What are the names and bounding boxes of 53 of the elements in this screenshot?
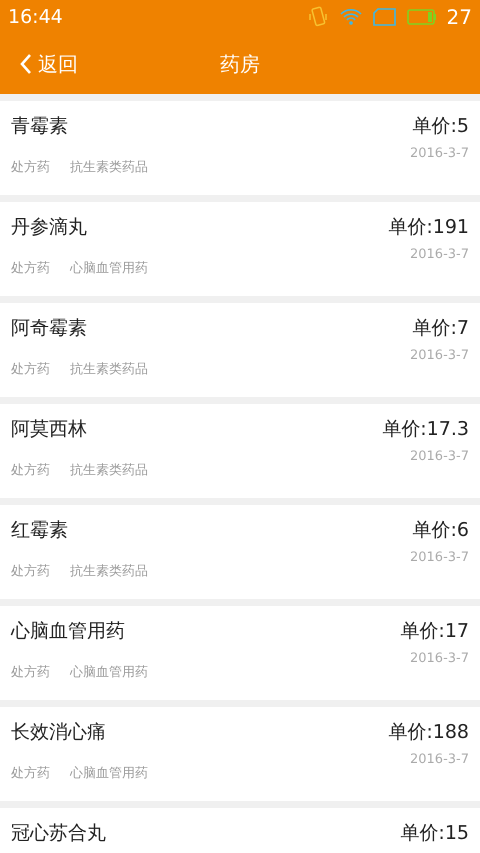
wifi-icon bbox=[338, 7, 363, 27]
drug-category: 心脑血管用药 bbox=[70, 765, 148, 782]
unit-price: 单价:17.3 bbox=[382, 417, 469, 442]
drug-date: 2016-3-7 bbox=[410, 651, 469, 668]
drug-card[interactable]: 青霉素 单价:5 处方药 抗生素类药品 2016-3-7 bbox=[0, 101, 480, 195]
drug-type: 处方药 bbox=[11, 159, 50, 176]
drug-name: 心脑血管用药 bbox=[11, 619, 125, 644]
unit-price: 单价:6 bbox=[412, 518, 469, 543]
drug-card[interactable]: 红霉素 单价:6 处方药 抗生素类药品 2016-3-7 bbox=[0, 505, 480, 599]
drug-name: 丹参滴丸 bbox=[11, 215, 87, 240]
sim-card-icon bbox=[372, 8, 397, 26]
drug-date: 2016-3-7 bbox=[410, 348, 469, 365]
drug-name: 阿莫西林 bbox=[11, 417, 87, 442]
drug-type: 处方药 bbox=[11, 260, 50, 277]
drug-name: 长效消心痛 bbox=[11, 720, 106, 745]
drug-name: 冠心苏合丸 bbox=[11, 821, 106, 846]
drug-name: 阿奇霉素 bbox=[11, 316, 87, 341]
drug-card[interactable]: 阿奇霉素 单价:7 处方药 抗生素类药品 2016-3-7 bbox=[0, 303, 480, 397]
drug-category: 抗生素类药品 bbox=[70, 159, 148, 176]
page-title: 药房 bbox=[220, 50, 260, 78]
back-icon bbox=[20, 53, 32, 75]
drug-card[interactable]: 长效消心痛 单价:188 处方药 心脑血管用药 2016-3-7 bbox=[0, 707, 480, 801]
drug-date: 2016-3-7 bbox=[410, 449, 469, 466]
battery-icon bbox=[406, 8, 437, 26]
unit-price: 单价:191 bbox=[388, 215, 469, 240]
drug-date: 2016-3-7 bbox=[410, 146, 469, 163]
drug-category: 心脑血管用药 bbox=[70, 664, 148, 681]
drug-type: 处方药 bbox=[11, 462, 50, 479]
battery-level: 27 bbox=[446, 5, 472, 29]
drug-name: 青霉素 bbox=[11, 114, 68, 139]
drug-type: 处方药 bbox=[11, 563, 50, 580]
drug-category: 抗生素类药品 bbox=[70, 462, 148, 479]
drug-card[interactable]: 心脑血管用药 单价:17 处方药 心脑血管用药 2016-3-7 bbox=[0, 606, 480, 700]
drug-type: 处方药 bbox=[11, 361, 50, 378]
unit-price: 单价:17 bbox=[400, 619, 469, 644]
unit-price: 单价:188 bbox=[388, 720, 469, 745]
vibrate-icon bbox=[306, 6, 329, 28]
drug-category: 抗生素类药品 bbox=[70, 563, 148, 580]
drug-date: 2016-3-7 bbox=[410, 247, 469, 264]
drug-category: 心脑血管用药 bbox=[70, 260, 148, 277]
drug-card[interactable]: 丹参滴丸 单价:191 处方药 心脑血管用药 2016-3-7 bbox=[0, 202, 480, 296]
unit-price: 单价:7 bbox=[412, 316, 469, 341]
drug-type: 处方药 bbox=[11, 664, 50, 681]
drug-name: 红霉素 bbox=[11, 518, 68, 543]
drug-date: 2016-3-7 bbox=[410, 550, 469, 567]
drug-category: 抗生素类药品 bbox=[70, 361, 148, 378]
status-time: 16:44 bbox=[8, 6, 64, 28]
drug-type: 处方药 bbox=[11, 765, 50, 782]
drug-date: 2016-3-7 bbox=[410, 752, 469, 769]
unit-price: 单价:15 bbox=[400, 821, 469, 846]
drug-card[interactable]: 阿莫西林 单价:17.3 处方药 抗生素类药品 2016-3-7 bbox=[0, 404, 480, 498]
unit-price: 单价:5 bbox=[412, 114, 469, 139]
drug-card[interactable]: 冠心苏合丸 单价:15 bbox=[0, 808, 480, 853]
